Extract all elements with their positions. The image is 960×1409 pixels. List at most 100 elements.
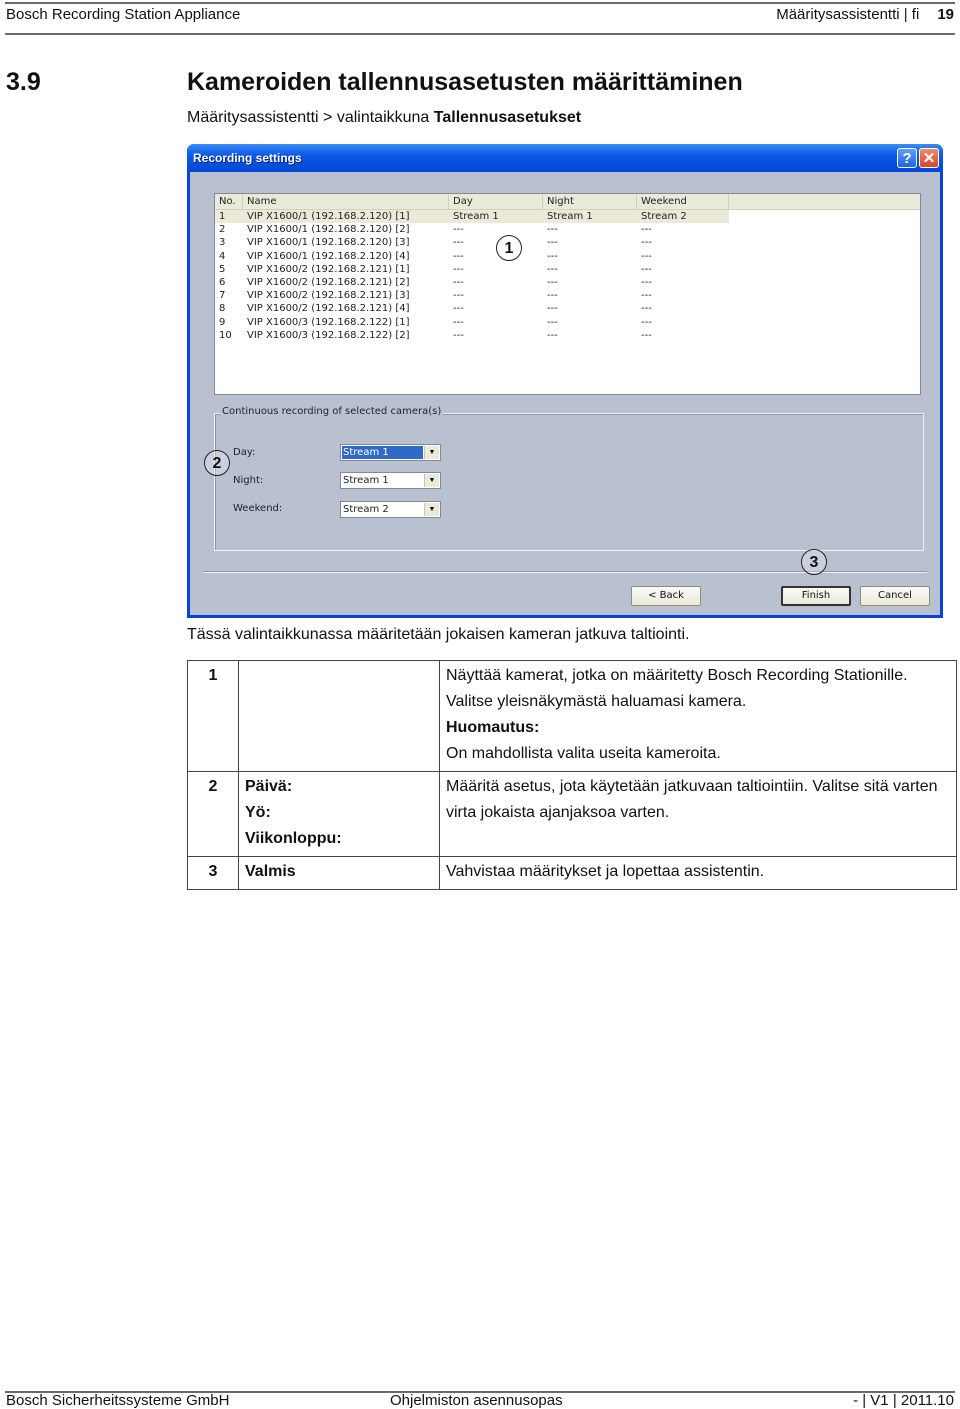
legend-row: 2 Päivä: Yö: Viikonloppu: Määritä asetus, jo… [187,771,957,857]
column-header-no[interactable]: No. [215,194,243,209]
cell-night: --- [547,290,558,302]
footer-document: Ohjelmiston asennusopas [390,1392,563,1409]
camera-list-row[interactable]: 3 VIP X1600/1 (192.168.2.120) [3] --- --- --… [215,236,920,249]
cell-night: --- [547,237,558,249]
camera-list-row[interactable]: 7 VIP X1600/2 (192.168.2.121) [3] --- --- --… [215,289,920,302]
dialog-title: Recording settings [193,151,302,165]
legend-row: 1 Näyttää kamerat, jotka on määritetty Bo… [187,660,957,772]
legend-number: 3 [187,856,239,890]
section-title: Kameroiden tallennusasetusten määrittämi… [187,68,743,96]
night-stream-value: Stream 1 [343,475,389,486]
legend-description-line: Määritä asetus, jota käytetään jatkuvaan… [446,778,938,821]
cell-name: VIP X1600/3 (192.168.2.122) [1] [247,316,410,328]
cell-weekend: --- [641,224,652,236]
night-label: Night: [233,475,264,486]
camera-list-row[interactable]: 4 VIP X1600/1 (192.168.2.120) [4] --- --- --… [215,250,920,263]
camera-list-row[interactable]: 9 VIP X1600/3 (192.168.2.122) [1] --- --- --… [215,316,920,329]
help-icon[interactable]: ? [897,148,917,168]
continuous-recording-group: Continuous recording of selected camera(… [214,406,924,551]
cell-night: --- [547,329,558,341]
chevron-down-icon[interactable]: ▼ [424,503,439,516]
column-header-weekend[interactable]: Weekend [637,194,729,209]
legend-terms [238,660,440,772]
header-product: Bosch Recording Station Appliance [6,6,241,23]
finish-button[interactable]: Finish [781,586,851,606]
cell-day: --- [453,290,464,302]
section-number: 3.9 [6,68,41,96]
day-stream-select[interactable]: Stream 1 ▼ [340,444,441,461]
camera-list-header: No. Name Day Night Weekend [215,194,920,210]
legend-description-line: Näyttää kamerat, jotka on määritetty Bos… [446,667,908,684]
column-header-night[interactable]: Night [543,194,637,209]
cell-night: --- [547,224,558,236]
callout-2: 2 [204,450,230,476]
close-icon[interactable]: ✕ [919,148,939,168]
legend-terms: Päivä: Yö: Viikonloppu: [238,771,440,857]
cell-night: Stream 1 [547,211,593,222]
cell-name: VIP X1600/3 (192.168.2.122) [2] [247,329,410,341]
cell-weekend: --- [641,250,652,262]
cell-day: --- [453,277,464,288]
cell-name: VIP X1600/1 (192.168.2.120) [3] [247,237,410,249]
breadcrumb-dialog-name: Tallennusasetukset [433,109,582,126]
legend-row: 3 Valmis Vahvistaa määritykset ja lopettaa… [187,856,957,890]
cell-night: --- [547,277,558,288]
cell-no: 5 [219,263,226,275]
cell-day: --- [453,237,464,249]
cell-night: --- [547,263,558,275]
weekend-label: Weekend: [233,503,283,514]
cell-name: VIP X1600/1 (192.168.2.120) [4] [247,250,410,262]
legend-term: Valmis [245,863,296,880]
footer-company: Bosch Sicherheitssysteme GmbH [6,1392,230,1409]
recording-settings-dialog: Recording settings ? ✕ No. Name Day Nigh… [187,144,943,618]
cell-weekend: --- [641,290,652,302]
page-number: 19 [937,6,954,23]
dialog-titlebar[interactable]: Recording settings ? ✕ [187,144,943,172]
group-label: Continuous recording of selected camera(… [220,406,444,417]
legend-description-line: On mahdollista valita useita kameroita. [446,745,721,762]
cell-no: 6 [219,277,226,288]
cell-day: --- [453,263,464,275]
cell-day: Stream 1 [453,211,499,222]
camera-list-row[interactable]: 5 VIP X1600/2 (192.168.2.121) [1] --- --- --… [215,263,920,276]
camera-list-row[interactable]: 1 VIP X1600/1 (192.168.2.120) [1] Stream 1… [215,210,920,223]
chevron-down-icon[interactable]: ▼ [424,446,439,459]
cell-night: --- [547,250,558,262]
camera-list-row[interactable]: 6 VIP X1600/2 (192.168.2.121) [2] --- --- --… [215,276,920,289]
back-button[interactable]: < Back [631,586,701,606]
cell-night: --- [547,303,558,315]
legend-number: 1 [187,660,239,772]
cell-no: 4 [219,250,226,262]
camera-list-row[interactable]: 2 VIP X1600/1 (192.168.2.120) [2] --- --- --… [215,223,920,236]
column-header-name[interactable]: Name [243,194,449,209]
callout-3: 3 [801,549,827,575]
cell-no: 10 [219,329,232,341]
cell-name: VIP X1600/2 (192.168.2.121) [3] [247,290,410,302]
header-top-rule [5,2,955,4]
cell-name: VIP X1600/1 (192.168.2.120) [1] [247,211,410,222]
cell-weekend: --- [641,303,652,315]
column-header-day[interactable]: Day [449,194,543,209]
camera-list-row[interactable]: 8 VIP X1600/2 (192.168.2.121) [4] --- --- --… [215,302,920,315]
legend-description: Vahvistaa määritykset ja lopettaa assist… [439,856,957,890]
camera-list-row[interactable]: 10 VIP X1600/3 (192.168.2.122) [2] --- --- -… [215,329,920,342]
cell-weekend: --- [641,263,652,275]
breadcrumb-prefix: Määritysassistentti > valintaikkuna [187,109,434,126]
camera-list[interactable]: No. Name Day Night Weekend 1 VIP X1600/1 … [214,193,921,395]
legend-description: Määritä asetus, jota käytetään jatkuvaan… [439,771,957,857]
figure-caption: Tässä valintaikkunassa määritetään jokai… [187,626,690,643]
cancel-button[interactable]: Cancel [860,586,930,606]
legend-term: Päivä: [245,778,293,795]
column-header-filler [729,194,922,209]
cell-night: --- [547,316,558,328]
legend-description: Näyttää kamerat, jotka on määritetty Bos… [439,660,957,772]
cell-day: --- [453,316,464,328]
weekend-stream-select[interactable]: Stream 2 ▼ [340,501,441,518]
night-stream-select[interactable]: Stream 1 ▼ [340,472,441,489]
chevron-down-icon[interactable]: ▼ [424,474,439,487]
cell-no: 8 [219,303,226,315]
header-right: Määritysassistentti | fi 19 [776,6,954,23]
legend-note-heading: Huomautus: [446,719,540,736]
cell-name: VIP X1600/2 (192.168.2.121) [1] [247,263,410,275]
legend-number: 2 [187,771,239,857]
